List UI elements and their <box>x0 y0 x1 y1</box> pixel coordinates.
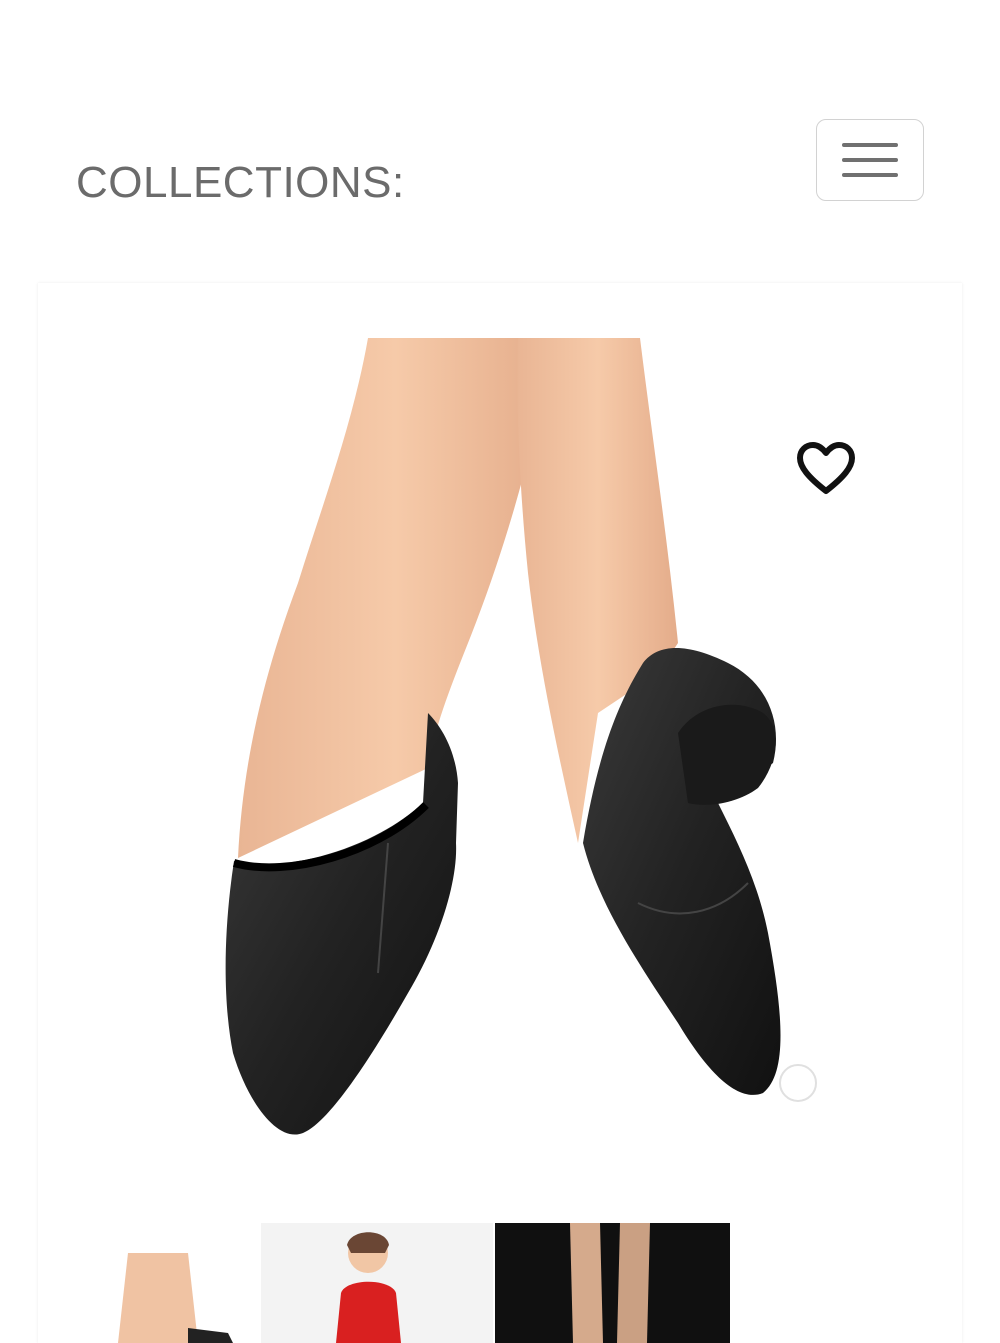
brand-watermark <box>779 1064 817 1102</box>
thumbnail-strip <box>38 1223 962 1343</box>
product-card[interactable] <box>38 283 962 1343</box>
thumbnail-1[interactable] <box>38 1223 260 1343</box>
hamburger-menu-icon <box>842 143 898 177</box>
left-leg <box>238 338 553 858</box>
heart-outline-icon[interactable] <box>796 441 856 497</box>
thumbnail-3[interactable] <box>495 1223 730 1343</box>
collections-title: COLLECTIONS: <box>76 158 405 207</box>
right-shoe-heel <box>678 704 776 805</box>
product-image[interactable] <box>38 283 962 1213</box>
menu-toggle-button[interactable] <box>816 119 924 201</box>
thumbnail-2[interactable] <box>261 1223 493 1343</box>
